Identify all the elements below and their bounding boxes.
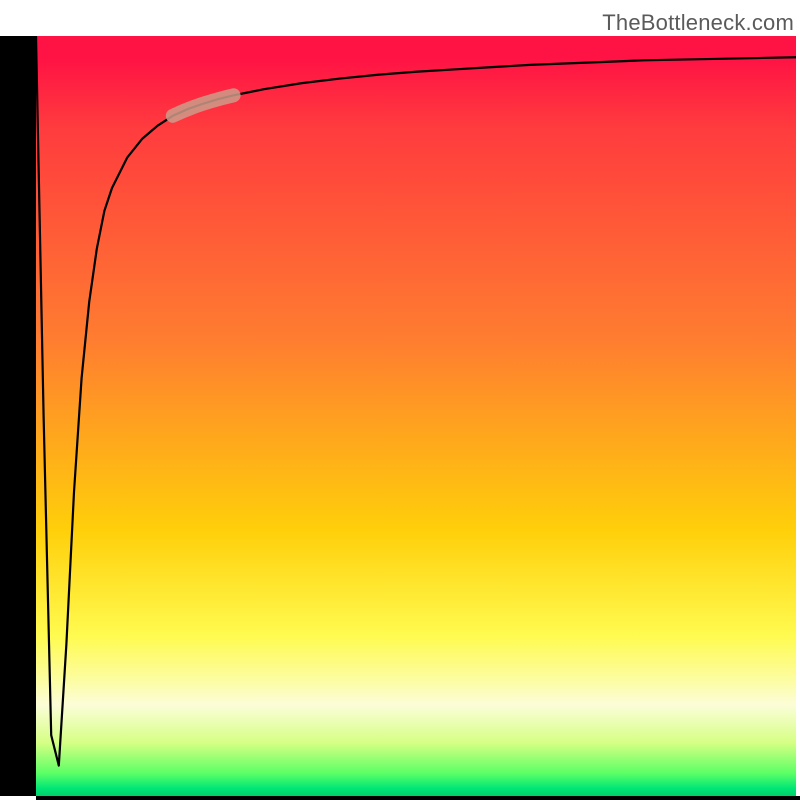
chart-frame: TheBottleneck.com xyxy=(0,0,800,800)
x-axis xyxy=(36,796,800,800)
marker-layer xyxy=(36,36,796,796)
curve-highlight-marker xyxy=(173,95,234,116)
plot-area xyxy=(36,36,796,796)
attribution-text: TheBottleneck.com xyxy=(602,10,794,36)
y-axis xyxy=(0,36,36,796)
marker-svg xyxy=(36,36,796,796)
